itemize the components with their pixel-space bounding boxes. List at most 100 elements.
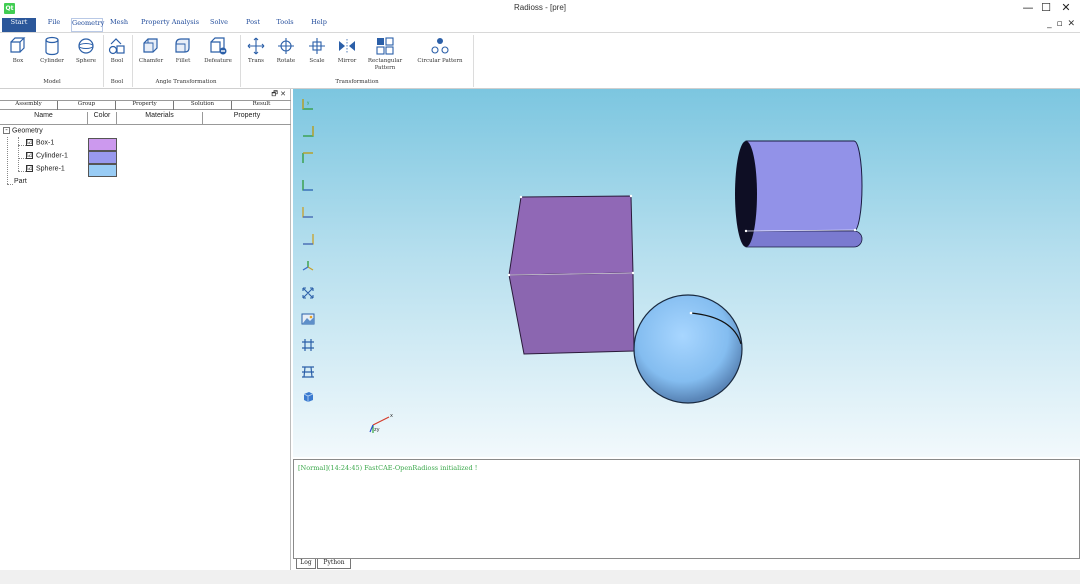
tree-item-sphere-1[interactable]: ☑ Sphere-1 xyxy=(26,165,65,177)
menu-tools[interactable]: Tools xyxy=(273,18,297,32)
color-swatch-cylinder-1[interactable] xyxy=(88,151,117,164)
cylinder-label: Cylinder xyxy=(40,58,64,64)
menu-property-analysis[interactable]: Property Analysis xyxy=(136,18,204,32)
visibility-checkbox[interactable]: ☑ xyxy=(26,139,33,146)
sphere-tool-button[interactable]: Sphere xyxy=(72,36,100,76)
defeature-tool-button[interactable]: Defeature xyxy=(200,36,236,76)
column-color[interactable]: Color xyxy=(88,112,117,125)
minimize-button[interactable]: — xyxy=(1018,1,1038,15)
tab-python[interactable]: Python xyxy=(317,559,351,569)
bool-tool-button[interactable]: Bool xyxy=(106,36,128,76)
color-swatch-sphere-1[interactable] xyxy=(88,164,117,177)
box-icon xyxy=(10,37,26,53)
rotate-label: Rotate xyxy=(276,58,296,64)
trans-label: Trans xyxy=(248,58,264,64)
maximize-button[interactable]: ☐ xyxy=(1036,1,1056,15)
cylinder-1-shape[interactable] xyxy=(735,140,863,248)
column-property[interactable]: Property xyxy=(203,112,291,125)
translate-icon xyxy=(247,37,265,55)
title-bar: Qt Radioss - [pre] — ☐ ✕ xyxy=(0,0,1080,17)
ribbon-toolbar: Box Cylinder Sphere Model Bool Bool Cham… xyxy=(0,33,1080,89)
fillet-icon xyxy=(175,38,190,53)
visibility-checkbox[interactable]: ☑ xyxy=(26,165,33,172)
menu-post[interactable]: Post xyxy=(242,18,264,32)
defeature-label: Defeature xyxy=(204,58,232,64)
tab-property[interactable]: Property xyxy=(116,101,174,110)
box-tool-button[interactable]: Box xyxy=(4,36,32,76)
rectangular-pattern-tool-button[interactable]: Rectangular Pattern xyxy=(364,36,406,76)
column-name[interactable]: Name xyxy=(0,112,88,125)
chamfer-icon xyxy=(143,38,158,53)
window-title: Radioss - [pre] xyxy=(513,3,567,12)
tree-connector xyxy=(7,137,8,184)
tree-item-cylinder-1[interactable]: ☑ Cylinder-1 xyxy=(26,152,68,164)
cylinder-tool-button[interactable]: Cylinder xyxy=(36,36,68,76)
fillet-label: Fillet xyxy=(175,58,191,64)
rectangular-pattern-label: Rectangular Pattern xyxy=(367,58,403,71)
circular-pattern-icon xyxy=(431,38,449,54)
menu-start[interactable]: Start xyxy=(2,18,36,32)
menu-mesh[interactable]: Mesh xyxy=(108,18,130,32)
tree-connector xyxy=(18,145,26,146)
menu-solve[interactable]: Solve xyxy=(207,18,231,32)
rotate-tool-button[interactable]: Rotate xyxy=(272,36,300,76)
menu-geometry[interactable]: Geometry xyxy=(71,18,104,32)
group-separator xyxy=(240,35,241,87)
tree-label-part: Part xyxy=(14,178,27,185)
color-swatch-box-1[interactable] xyxy=(88,138,117,151)
status-bar xyxy=(0,570,1080,584)
close-button[interactable]: ✕ xyxy=(1056,1,1076,15)
circular-pattern-tool-button[interactable]: Circular Pattern xyxy=(410,36,470,76)
sphere-icon xyxy=(78,38,94,54)
mirror-tool-button[interactable]: Mirror xyxy=(334,36,360,76)
menu-help[interactable]: Help xyxy=(308,18,330,32)
sphere-label: Sphere xyxy=(76,58,96,64)
mirror-icon xyxy=(339,39,355,53)
bool-label: Bool xyxy=(110,58,124,64)
rectangular-pattern-icon xyxy=(376,37,394,55)
scale-icon xyxy=(309,38,325,54)
tab-group[interactable]: Group xyxy=(58,101,116,110)
box-1-shape[interactable] xyxy=(508,195,635,355)
tab-solution[interactable]: Solution xyxy=(174,101,232,110)
bool-icon xyxy=(108,38,125,55)
tree-item-label: Sphere-1 xyxy=(36,165,65,173)
svg-text:x: x xyxy=(390,413,393,419)
scale-tool-button[interactable]: Scale xyxy=(304,36,330,76)
menu-bar: Start File Geometry Mesh Property Analys… xyxy=(0,17,1080,33)
cylinder-icon xyxy=(45,36,59,56)
tab-log[interactable]: Log xyxy=(296,559,316,569)
visibility-checkbox[interactable]: ☑ xyxy=(26,152,33,159)
group-label-angle-transformation: Angle Transformation xyxy=(155,79,217,85)
collapse-icon[interactable]: - xyxy=(3,127,10,134)
axis-triad: x zy xyxy=(369,413,393,433)
trans-tool-button[interactable]: Trans xyxy=(244,36,268,76)
panel-tab-bar: Assembly Group Property Solution Result xyxy=(0,100,291,110)
group-label-bool: Bool xyxy=(110,79,124,85)
chamfer-tool-button[interactable]: Chamfer xyxy=(136,36,166,76)
rotate-icon xyxy=(278,38,294,54)
sphere-1-shape[interactable] xyxy=(633,294,743,404)
tree-item-box-1[interactable]: ☑ Box-1 xyxy=(26,139,54,151)
group-separator xyxy=(103,35,104,87)
tree-node-part[interactable]: Part xyxy=(14,178,27,190)
menu-file[interactable]: File xyxy=(42,18,66,32)
box-label: Box xyxy=(12,58,24,64)
chamfer-label: Chamfer xyxy=(138,58,164,64)
mdi-controls[interactable]: _ ▫ ✕ xyxy=(1047,19,1076,29)
fillet-tool-button[interactable]: Fillet xyxy=(170,36,196,76)
column-materials[interactable]: Materials xyxy=(117,112,203,125)
model-tree-panel: 🗗 ✕ Assembly Group Property Solution Res… xyxy=(0,89,291,584)
tree-connector xyxy=(18,137,19,171)
tree-node-geometry[interactable]: - Geometry xyxy=(3,127,43,139)
mirror-label: Mirror xyxy=(337,58,357,64)
scene-canvas: x zy xyxy=(369,140,863,433)
tree-label-geometry: Geometry xyxy=(12,127,43,135)
tab-assembly[interactable]: Assembly xyxy=(0,101,58,110)
tree-item-label: Cylinder-1 xyxy=(36,152,68,160)
log-console[interactable]: [Normal](14:24:45) FastCAE-OpenRadioss i… xyxy=(293,459,1080,559)
group-separator xyxy=(473,35,474,87)
3d-viewport[interactable]: y x zy xyxy=(293,89,1080,457)
tab-result[interactable]: Result xyxy=(232,101,291,110)
tree-item-label: Box-1 xyxy=(36,139,55,147)
